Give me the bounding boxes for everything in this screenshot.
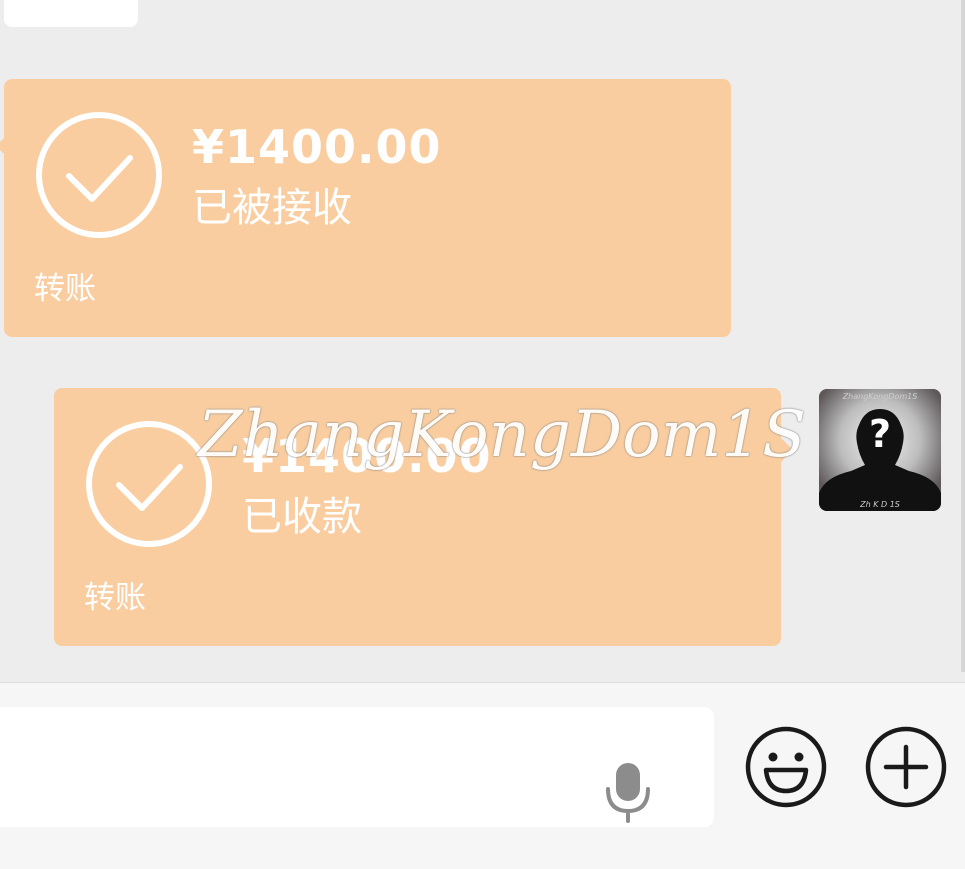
- svg-text:?: ?: [869, 412, 891, 456]
- scrollbar[interactable]: [961, 0, 965, 672]
- input-bar: [0, 682, 965, 869]
- silhouette-icon: ?: [819, 389, 941, 511]
- chat-area: ¥1400.00 已被接收 转账 ¥1400.00 已收款 转账 ? Zhang…: [0, 0, 965, 682]
- transfer-status: 已收款: [242, 494, 362, 540]
- message-input[interactable]: [0, 707, 714, 827]
- transfer-type-label: 转账: [34, 271, 96, 307]
- transfer-message-sent[interactable]: ¥1400.00 已收款 转账: [54, 388, 793, 646]
- avatar-caption-top: ZhangKongDom1S: [842, 392, 918, 401]
- microphone-icon[interactable]: [603, 761, 653, 823]
- avatar-caption-bottom: Zh K D 1S: [860, 500, 900, 509]
- transfer-type-label: 转账: [84, 580, 146, 616]
- check-circle-icon: [86, 421, 212, 547]
- smiley-icon[interactable]: [744, 725, 828, 809]
- transfer-message-received[interactable]: ¥1400.00 已被接收 转账: [0, 79, 731, 337]
- transfer-amount: ¥1400.00: [242, 429, 492, 483]
- plus-icon[interactable]: [864, 725, 948, 809]
- avatar[interactable]: ? ZhangKongDom1S Zh K D 1S: [819, 389, 941, 511]
- transfer-amount: ¥1400.00: [192, 120, 442, 174]
- transfer-status: 已被接收: [192, 185, 352, 231]
- previous-message-bubble[interactable]: [4, 0, 138, 27]
- check-circle-icon: [36, 112, 162, 238]
